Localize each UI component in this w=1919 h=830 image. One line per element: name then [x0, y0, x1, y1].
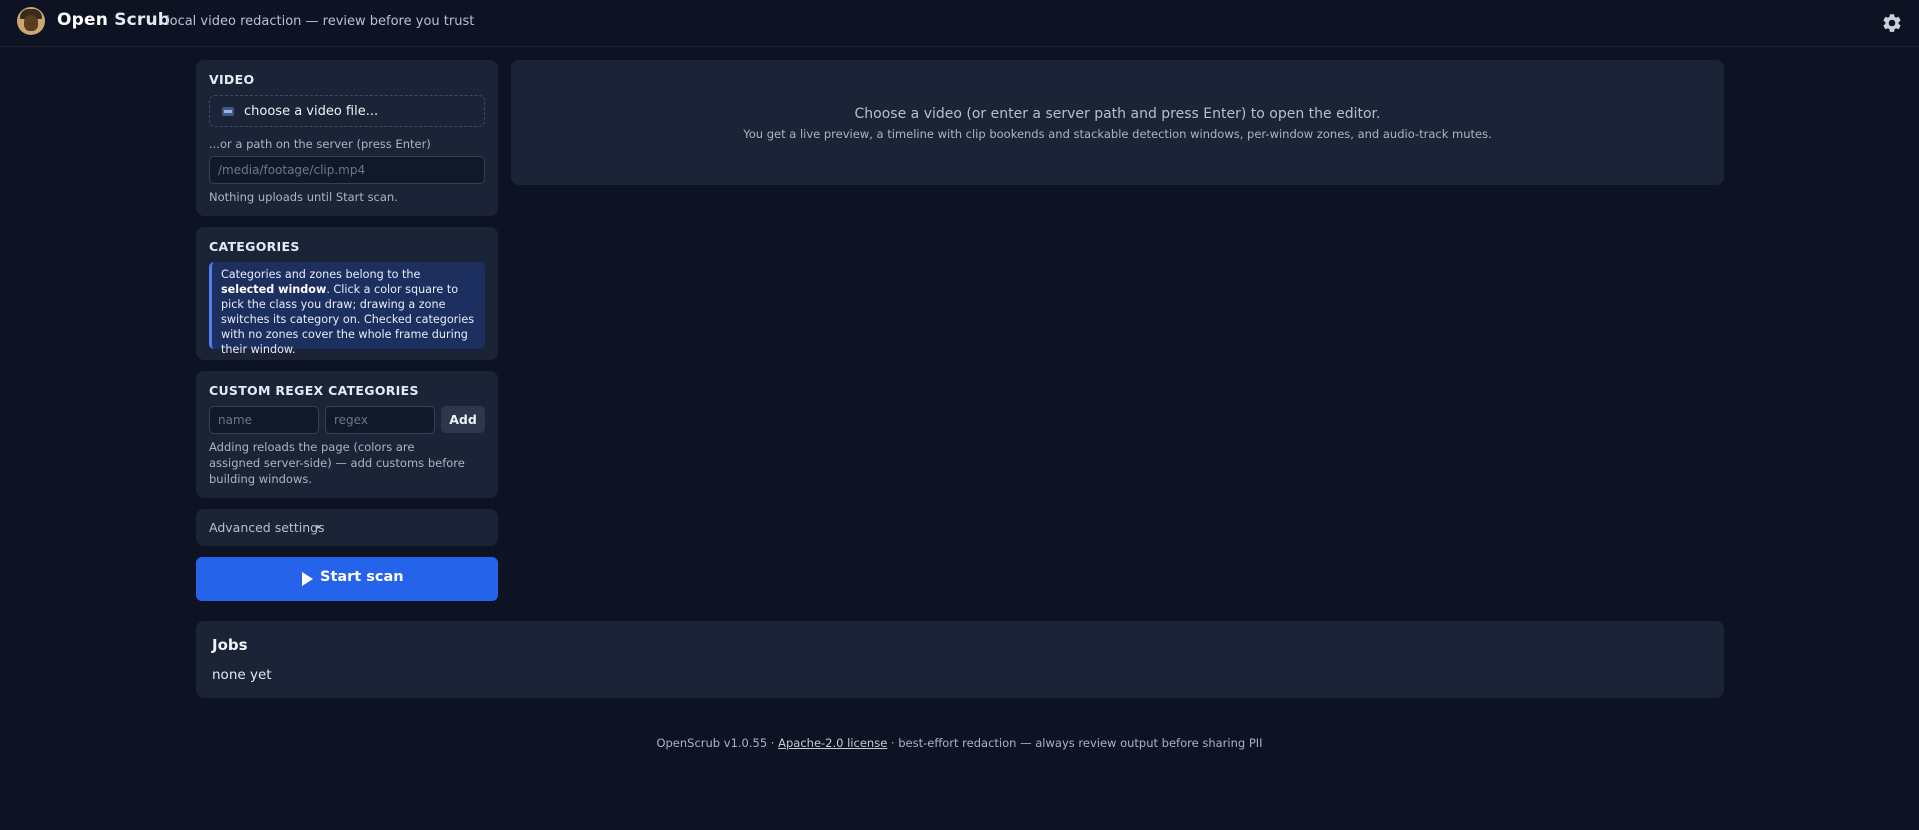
editor-placeholder: Choose a video (or enter a server path a…: [511, 60, 1724, 185]
tagline: local video redaction — review before yo…: [166, 14, 475, 29]
play-icon: [302, 572, 313, 586]
brand-part-open: Open: [57, 10, 109, 30]
brand-name: Open Scrub: [57, 10, 170, 30]
editor-placeholder-title: Choose a video (or enter a server path a…: [854, 106, 1381, 122]
custom-regex-panel: CUSTOM REGEX CATEGORIES Add Adding reloa…: [196, 371, 498, 498]
categories-panel: CATEGORIES Categories and zones belong t…: [196, 227, 498, 360]
regex-pattern-input[interactable]: [325, 406, 435, 434]
custom-regex-panel-title: CUSTOM REGEX CATEGORIES: [209, 383, 419, 398]
custom-regex-note: Adding reloads the page (colors are assi…: [209, 440, 465, 486]
upload-note: Nothing uploads until Start scan.: [209, 190, 398, 204]
add-regex-button[interactable]: Add: [441, 406, 485, 433]
server-path-hint: ...or a path on the server (press Enter): [209, 137, 431, 151]
categories-info-callout: Categories and zones belong to the selec…: [209, 262, 485, 356]
advanced-settings-toggle[interactable]: Advanced settings ▸: [196, 509, 498, 546]
video-panel: VIDEO choose a video file... ...or a pat…: [196, 60, 498, 216]
server-path-input[interactable]: [209, 156, 485, 184]
video-panel-title: VIDEO: [209, 72, 255, 87]
choose-video-file-label: choose a video file...: [244, 104, 379, 119]
film-icon: [222, 107, 234, 116]
categories-panel-title: CATEGORIES: [209, 239, 300, 254]
brand-part-scrub: Scrub: [114, 10, 171, 30]
regex-name-input[interactable]: [209, 406, 319, 434]
gear-icon[interactable]: [1881, 12, 1903, 34]
caret-right-icon: ▸: [317, 522, 322, 531]
advanced-settings-label: Advanced settings: [209, 520, 325, 535]
top-bar: Open Scrub local video redaction — revie…: [0, 0, 1919, 47]
jobs-empty-text: none yet: [212, 667, 272, 683]
jobs-title: Jobs: [212, 636, 248, 654]
logo-icon: [17, 7, 45, 35]
start-scan-button[interactable]: Start scan: [196, 557, 498, 601]
license-link[interactable]: Apache-2.0 license: [778, 736, 887, 750]
editor-placeholder-description: You get a live preview, a timeline with …: [743, 127, 1492, 141]
jobs-panel: Jobs none yet: [196, 621, 1724, 698]
footer-disclaimer: · best-effort redaction — always review …: [887, 736, 1263, 750]
categories-info-text-bold: selected window: [221, 283, 327, 296]
footer-version: OpenScrub v1.0.55 ·: [656, 736, 779, 750]
footer: OpenScrub v1.0.55 · Apache-2.0 license ·…: [0, 736, 1919, 750]
start-scan-label: Start scan: [320, 569, 404, 585]
categories-info-text-pre: Categories and zones belong to the: [221, 268, 421, 281]
choose-video-file-button[interactable]: choose a video file...: [209, 95, 485, 127]
